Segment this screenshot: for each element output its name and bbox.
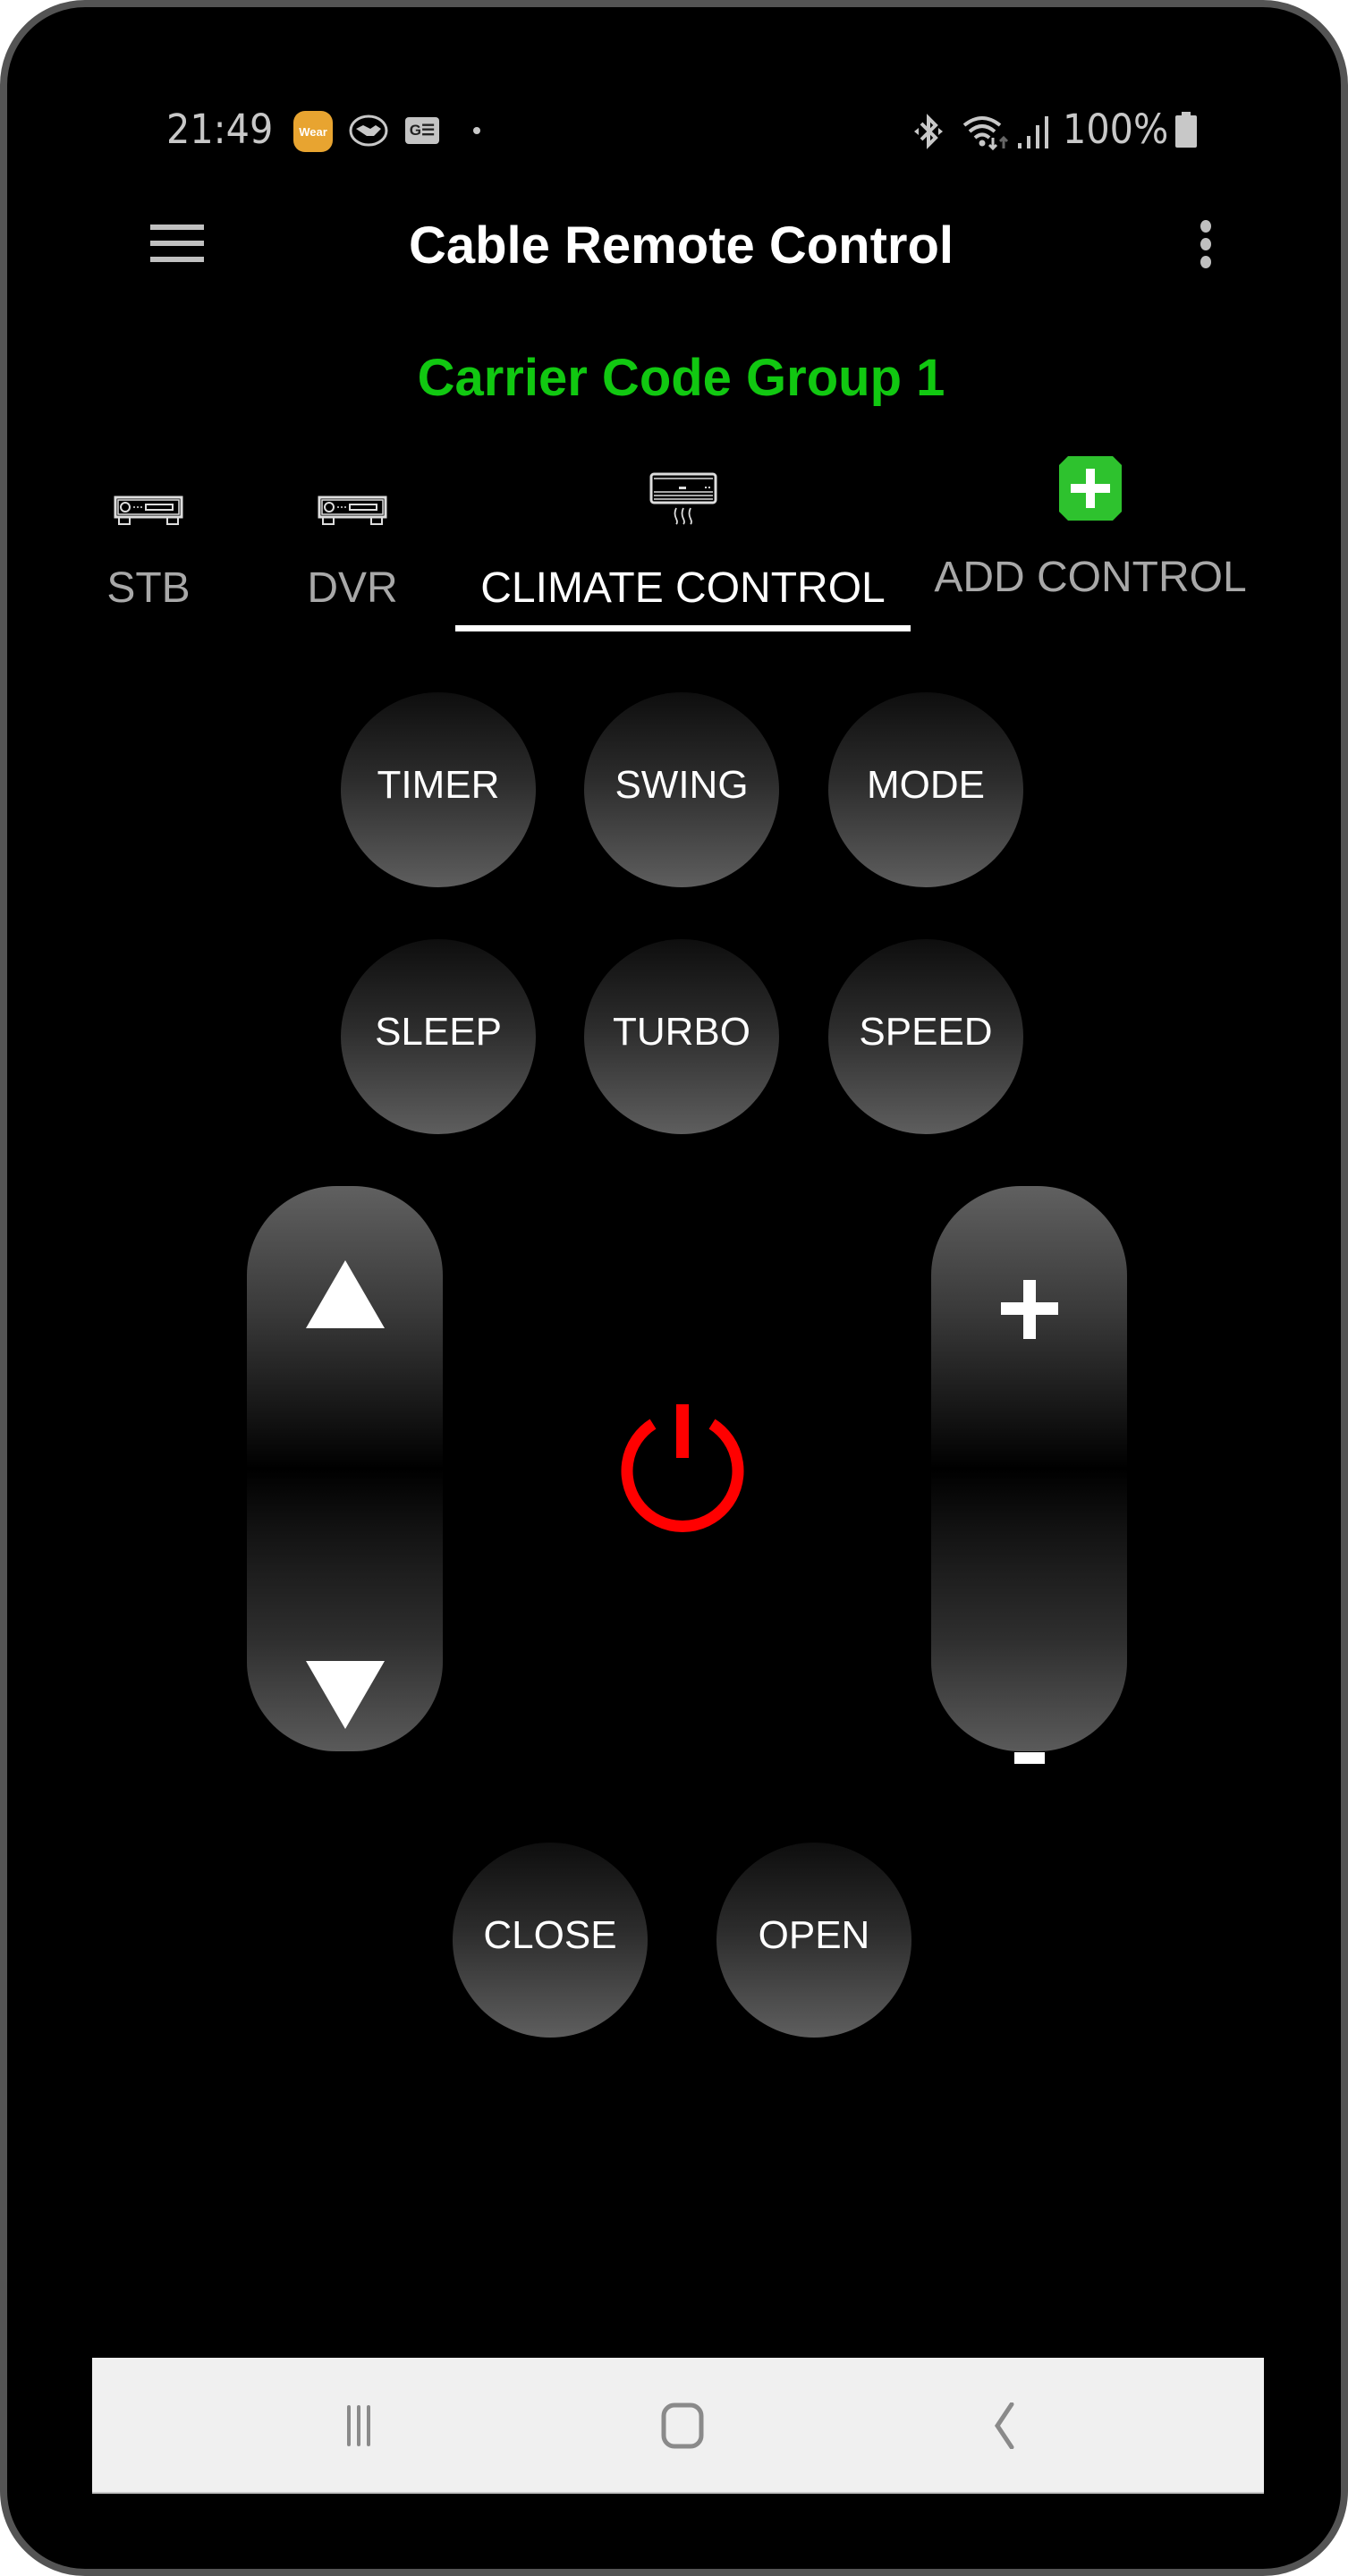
- mode-button[interactable]: MODE: [828, 692, 1023, 887]
- home-icon: [661, 2402, 704, 2449]
- tab-label: STB: [106, 564, 191, 612]
- button-label: TIMER: [377, 763, 500, 807]
- temperature-down-button[interactable]: [247, 1469, 443, 1751]
- set-top-box-icon: [114, 496, 183, 525]
- plus-icon: [1000, 1280, 1058, 1339]
- button-label: TURBO: [613, 1010, 750, 1054]
- open-button[interactable]: OPEN: [716, 1843, 911, 2038]
- handshake-icon: [349, 114, 388, 147]
- fan-speed-rocker: [931, 1186, 1127, 1764]
- minus-button[interactable]: [931, 1469, 1127, 1764]
- tab-label: DVR: [307, 564, 398, 612]
- triangle-down-icon: [305, 1661, 385, 1729]
- button-label: SLEEP: [375, 1010, 502, 1054]
- button-label: MODE: [867, 763, 985, 807]
- bluetooth-icon: [914, 114, 943, 149]
- google-news-icon: G☰: [405, 117, 439, 144]
- tab-dvr[interactable]: DVR: [290, 445, 415, 633]
- plus-button[interactable]: [931, 1186, 1127, 1469]
- sleep-button[interactable]: SLEEP: [341, 939, 536, 1134]
- back-icon: [994, 2402, 1014, 2449]
- button-label: SWING: [615, 763, 749, 807]
- tab-label: ADD CONTROL: [934, 554, 1247, 601]
- wear-label: Wear: [299, 124, 327, 139]
- battery-icon: [1175, 112, 1197, 148]
- battery-percent: 100%: [1063, 106, 1169, 153]
- back-button[interactable]: [969, 2394, 1040, 2458]
- button-label: CLOSE: [483, 1913, 617, 1957]
- turbo-button[interactable]: TURBO: [584, 939, 779, 1134]
- temperature-up-button[interactable]: [247, 1186, 443, 1469]
- tab-add-control[interactable]: ADD CONTROL: [934, 445, 1247, 633]
- active-tab-indicator: [455, 625, 911, 631]
- triangle-up-icon: [305, 1260, 385, 1328]
- news-label: G☰: [409, 122, 436, 139]
- wifi-icon: [962, 116, 1009, 151]
- signal-icon: [1018, 116, 1048, 148]
- tab-climate-control[interactable]: CLIMATE CONTROL: [455, 445, 911, 633]
- swing-button[interactable]: SWING: [584, 692, 779, 887]
- temperature-rocker: [247, 1186, 443, 1751]
- status-time: 21:49: [166, 106, 274, 153]
- air-conditioner-icon: [649, 472, 716, 525]
- dvr-box-icon: [318, 496, 387, 525]
- tab-stb[interactable]: STB: [86, 445, 211, 633]
- button-label: SPEED: [859, 1010, 993, 1054]
- system-navigation-bar: [92, 2358, 1264, 2494]
- speed-button[interactable]: SPEED: [828, 939, 1023, 1134]
- code-group-label: Carrier Code Group 1: [417, 349, 945, 407]
- close-button[interactable]: CLOSE: [453, 1843, 648, 2038]
- home-button[interactable]: [647, 2394, 718, 2458]
- wear-app-icon: Wear: [293, 111, 333, 152]
- recent-apps-icon: [347, 2405, 370, 2446]
- timer-button[interactable]: TIMER: [341, 692, 536, 887]
- add-square-icon: [1059, 456, 1122, 521]
- phone-screen: 21:49 Wear G☰ 100% Cable Remote Control …: [0, 0, 1348, 2576]
- power-icon[interactable]: [615, 1401, 750, 1535]
- recent-apps-button[interactable]: [323, 2394, 394, 2458]
- button-label: OPEN: [758, 1913, 870, 1957]
- tab-label: CLIMATE CONTROL: [480, 564, 886, 612]
- more-vertical-icon[interactable]: [1190, 218, 1222, 270]
- more-notifications-dot-icon: [473, 127, 480, 134]
- minus-icon: [1013, 1751, 1045, 1764]
- app-title: Cable Remote Control: [408, 216, 954, 275]
